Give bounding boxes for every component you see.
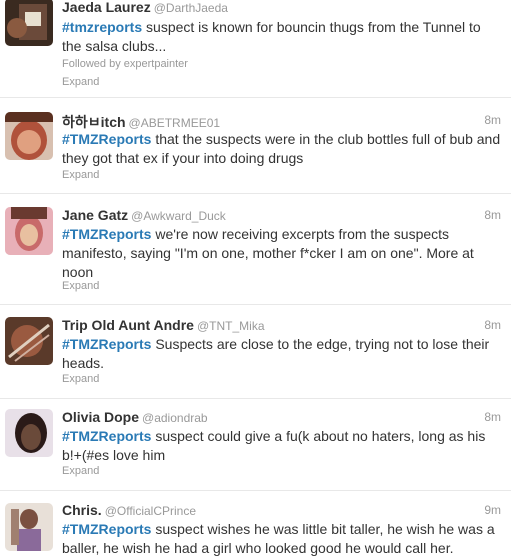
avatar[interactable] (5, 112, 53, 160)
expand-link[interactable]: Expand (62, 280, 99, 292)
tweet-author-name[interactable]: Jaeda Laurez (62, 0, 151, 15)
tweet-text: #TMZReports Suspects are close to the ed… (62, 335, 503, 373)
tweet-header: Jaeda Laurez @DarthJaeda (62, 0, 501, 17)
avatar[interactable] (5, 503, 53, 551)
hashtag-link[interactable]: #TMZReports (62, 336, 151, 352)
expand-link[interactable]: Expand (62, 465, 99, 477)
tweet-timestamp[interactable]: 8m (484, 410, 501, 424)
tweet-feed: Jaeda Laurez @DarthJaeda #tmzreports susp… (0, 0, 511, 558)
followed-by-text: Followed by expertpainter (62, 58, 188, 70)
hashtag-link[interactable]: #TMZReports (62, 131, 151, 147)
tweet-header: Olivia Dope @adiondrab 8m (62, 409, 501, 427)
tweet-item[interactable]: Olivia Dope @adiondrab 8m #TMZReports sus… (0, 399, 511, 491)
expand-link[interactable]: Expand (62, 76, 99, 88)
tweet-text: #TMZReports suspect could give a fu(k ab… (62, 427, 503, 465)
tweet-timestamp[interactable]: 8m (484, 113, 501, 127)
tweet-author-name[interactable]: Olivia Dope (62, 409, 139, 425)
tweet-author-handle[interactable]: @DarthJaeda (154, 1, 228, 15)
tweet-item[interactable]: 하하ㅂitch @ABETRMEE01 8m #TMZReports that t… (0, 98, 511, 194)
tweet-author-name[interactable]: Jane Gatz (62, 207, 128, 223)
avatar[interactable] (5, 0, 53, 46)
expand-link[interactable]: Expand (62, 169, 99, 181)
tweet-timestamp[interactable]: 8m (484, 208, 501, 222)
tweet-timestamp[interactable]: 9m (484, 503, 501, 517)
tweet-author-handle[interactable]: @TNT_Mika (197, 319, 265, 333)
tweet-header: Chris. @OfficialCPrince 9m (62, 502, 501, 520)
hashtag-link[interactable]: #TMZReports (62, 521, 151, 537)
avatar[interactable] (5, 317, 53, 365)
hashtag-link[interactable]: #TMZReports (62, 428, 151, 444)
hashtag-link[interactable]: #tmzreports (62, 19, 142, 35)
tweet-text: #TMZReports suspect wishes he was little… (62, 520, 503, 558)
tweet-author-handle[interactable]: @ABETRMEE01 (129, 116, 221, 130)
tweet-author-name[interactable]: Trip Old Aunt Andre (62, 317, 194, 333)
tweet-item[interactable]: Jane Gatz @Awkward_Duck 8m #TMZReports we… (0, 194, 511, 305)
hashtag-link[interactable]: #TMZReports (62, 226, 151, 242)
tweet-text: #tmzreports suspect is known for bouncin… (62, 18, 503, 56)
tweet-author-name[interactable]: Chris. (62, 502, 102, 518)
tweet-header: 하하ㅂitch @ABETRMEE01 8m (62, 112, 501, 130)
tweet-author-handle[interactable]: @Awkward_Duck (131, 209, 226, 223)
tweet-text: #TMZReports we're now receiving excerpts… (62, 225, 503, 282)
expand-link[interactable]: Expand (62, 373, 99, 385)
avatar[interactable] (5, 207, 53, 255)
tweet-author-handle[interactable]: @OfficialCPrince (105, 504, 196, 518)
avatar[interactable] (5, 409, 53, 457)
tweet-author-name[interactable]: 하하ㅂitch (62, 114, 126, 130)
tweet-header: Trip Old Aunt Andre @TNT_Mika 8m (62, 317, 501, 335)
tweet-timestamp[interactable]: 8m (484, 318, 501, 332)
tweet-header: Jane Gatz @Awkward_Duck 8m (62, 207, 501, 225)
tweet-item[interactable]: Chris. @OfficialCPrince 9m #TMZReports su… (0, 491, 511, 558)
tweet-item[interactable]: Trip Old Aunt Andre @TNT_Mika 8m #TMZRepo… (0, 305, 511, 399)
tweet-author-handle[interactable]: @adiondrab (142, 411, 208, 425)
tweet-text: #TMZReports that the suspects were in th… (62, 130, 503, 168)
tweet-item[interactable]: Jaeda Laurez @DarthJaeda #tmzreports susp… (0, 0, 511, 98)
